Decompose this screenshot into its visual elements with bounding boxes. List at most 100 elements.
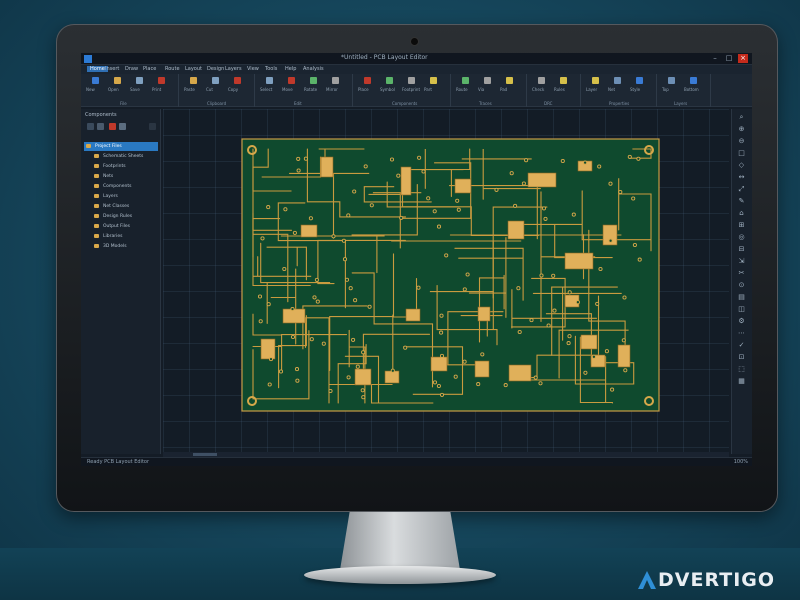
filter-icon[interactable] <box>119 123 126 130</box>
paste-button-label[interactable]: Paste <box>184 87 195 92</box>
menu-route[interactable]: Route <box>165 66 180 72</box>
point-icon[interactable]: ⊙ <box>737 281 746 289</box>
cut-icon[interactable]: ✂ <box>737 269 746 277</box>
menu-draw[interactable]: Draw <box>125 66 138 72</box>
save-icon[interactable] <box>136 77 143 84</box>
component-pad[interactable] <box>282 308 306 324</box>
component-pad[interactable] <box>580 334 598 350</box>
component-pad[interactable] <box>320 156 334 178</box>
mirror-button-label[interactable]: Mirror <box>326 87 338 92</box>
paste-icon[interactable] <box>190 77 197 84</box>
tree-item[interactable]: Components <box>84 182 158 191</box>
print-button-label[interactable]: Print <box>152 87 161 92</box>
pad-button-label[interactable]: Pad <box>500 87 507 92</box>
component-pad[interactable] <box>527 172 557 188</box>
part-button-label[interactable]: Part <box>424 87 432 92</box>
rules-icon[interactable] <box>560 77 567 84</box>
route-button-label[interactable]: Route <box>456 87 468 92</box>
menu-place[interactable]: Place <box>143 66 156 72</box>
tree-item[interactable]: Footprints <box>84 162 158 171</box>
select-icon[interactable] <box>266 77 273 84</box>
bottom-button-label[interactable]: Bottom <box>684 87 699 92</box>
select-icon[interactable]: □ <box>737 149 746 157</box>
open-button-label[interactable]: Open <box>108 87 119 92</box>
target-icon[interactable]: ◎ <box>737 233 746 241</box>
gear-icon[interactable]: ⚙ <box>737 317 746 325</box>
menu-help[interactable]: Help <box>285 66 296 72</box>
symbol-button-label[interactable]: Symbol <box>380 87 395 92</box>
tree-item[interactable]: Libraries <box>84 232 158 241</box>
component-pad[interactable] <box>508 364 532 382</box>
shape-icon[interactable]: ◇ <box>737 161 746 169</box>
copy-icon[interactable] <box>234 77 241 84</box>
rotate-icon[interactable] <box>310 77 317 84</box>
component-pad[interactable] <box>260 338 276 360</box>
style-icon[interactable] <box>636 77 643 84</box>
component-pad[interactable] <box>507 220 525 240</box>
split-icon[interactable]: ◫ <box>737 305 746 313</box>
print-icon[interactable] <box>158 77 165 84</box>
mirror-icon[interactable] <box>332 77 339 84</box>
check-icon[interactable] <box>538 77 545 84</box>
layers-icon[interactable]: ▤ <box>737 293 746 301</box>
component-pad[interactable] <box>300 224 318 238</box>
menu-tools[interactable]: Tools <box>265 66 277 72</box>
table-icon[interactable]: ▦ <box>737 377 746 385</box>
component-pad[interactable] <box>474 360 490 378</box>
component-pad[interactable] <box>405 308 421 322</box>
style-button-label[interactable]: Style <box>630 87 640 92</box>
symbol-icon[interactable] <box>386 77 393 84</box>
expand-icon[interactable] <box>87 123 94 130</box>
tree-item[interactable]: Schematic Sheets <box>84 152 158 161</box>
tree-item[interactable]: Net Classes <box>84 202 158 211</box>
component-pad[interactable] <box>454 178 472 194</box>
tree-item[interactable]: Output Files <box>84 222 158 231</box>
layer-icon[interactable] <box>592 77 599 84</box>
component-pad[interactable] <box>354 368 372 386</box>
tree-item[interactable]: 3D Models <box>84 242 158 251</box>
top-icon[interactable] <box>668 77 675 84</box>
maximize-button[interactable]: □ <box>724 54 734 63</box>
fit-icon[interactable]: ⤢ <box>737 185 746 193</box>
new-button-label[interactable]: New <box>86 87 95 92</box>
cut-icon[interactable] <box>212 77 219 84</box>
measure-icon[interactable]: ↔ <box>737 173 746 181</box>
via-button-label[interactable]: Via <box>478 87 484 92</box>
top-button-label[interactable]: Top <box>662 87 669 92</box>
pcb-canvas[interactable] <box>163 109 729 452</box>
zoom-out-icon[interactable]: ⊖ <box>737 137 746 145</box>
grid-icon[interactable]: ⊞ <box>737 221 746 229</box>
delete-icon[interactable] <box>109 123 116 130</box>
home-icon[interactable]: ⌂ <box>737 209 746 217</box>
menu-insert[interactable]: Insert <box>105 66 119 72</box>
part-icon[interactable] <box>430 77 437 84</box>
menu-design[interactable]: Design <box>207 66 224 72</box>
menu-analysis[interactable]: Analysis <box>303 66 324 72</box>
layer-button-label[interactable]: Layer <box>586 87 597 92</box>
tree-item[interactable]: Project Files <box>84 142 158 151</box>
tree-item[interactable]: Layers <box>84 192 158 201</box>
bottom-icon[interactable] <box>690 77 697 84</box>
resize-icon[interactable]: ⇲ <box>737 257 746 265</box>
save-button-label[interactable]: Save <box>130 87 140 92</box>
new-icon[interactable] <box>92 77 99 84</box>
tree-item[interactable]: Nets <box>84 172 158 181</box>
component-pad[interactable] <box>430 356 448 372</box>
move-icon[interactable] <box>288 77 295 84</box>
minus-icon[interactable]: ⊟ <box>737 245 746 253</box>
box-icon[interactable]: ⬚ <box>737 365 746 373</box>
menu-view[interactable]: View <box>247 66 259 72</box>
frame-icon[interactable]: ⊡ <box>737 353 746 361</box>
minimize-button[interactable]: – <box>710 54 720 63</box>
footprint-icon[interactable] <box>408 77 415 84</box>
net-button-label[interactable]: Net <box>608 87 615 92</box>
via-icon[interactable] <box>484 77 491 84</box>
check-button-label[interactable]: Check <box>532 87 544 92</box>
component-pad[interactable] <box>384 370 400 384</box>
footprint-button-label[interactable]: Footprint <box>402 87 420 92</box>
pencil-icon[interactable]: ✎ <box>737 197 746 205</box>
search-icon[interactable]: ⌕ <box>737 113 746 121</box>
check-icon[interactable]: ✓ <box>737 341 746 349</box>
rotate-button-label[interactable]: Rotate <box>304 87 317 92</box>
component-pad[interactable] <box>564 252 594 270</box>
